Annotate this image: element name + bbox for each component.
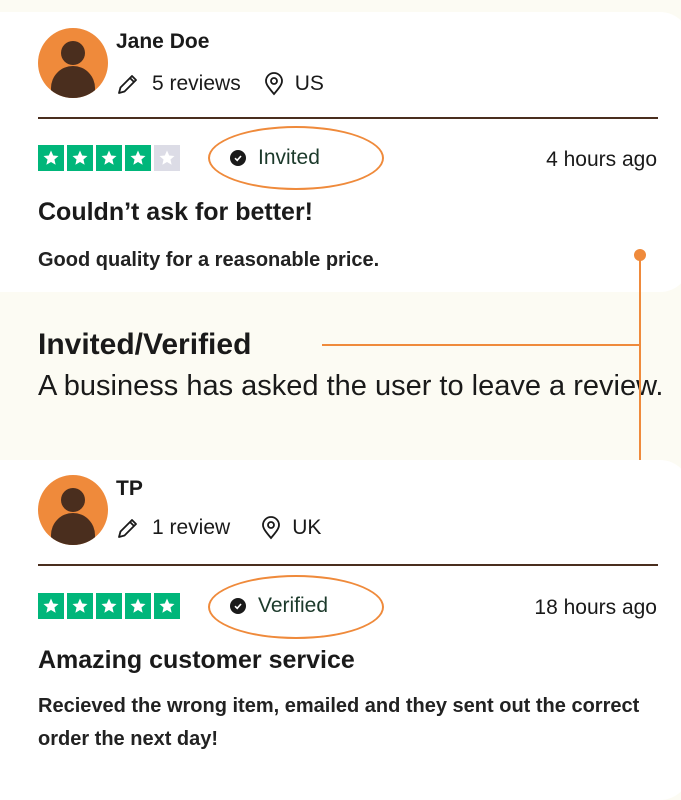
- reviewer-meta: 1 review UK: [116, 516, 321, 540]
- avatar-icon[interactable]: [38, 475, 108, 545]
- review-title[interactable]: Couldn’t ask for better!: [38, 198, 313, 227]
- star-icon: [38, 145, 64, 171]
- reviewer-meta: 5 reviews US: [116, 72, 324, 96]
- review-time: 18 hours ago: [534, 596, 657, 619]
- star-icon: [96, 593, 122, 619]
- review-count: 5 reviews: [152, 72, 241, 95]
- star-icon: [154, 145, 180, 171]
- divider: [38, 564, 658, 566]
- pencil-icon: [116, 72, 140, 96]
- callout-description: A business has asked the user to leave a…: [38, 370, 664, 402]
- badge-label: Invited: [258, 146, 320, 169]
- reviewer-name[interactable]: Jane Doe: [116, 30, 209, 54]
- callout-heading: Invited/Verified: [38, 328, 252, 361]
- review-time: 4 hours ago: [546, 148, 657, 171]
- callout-bracket: [639, 255, 641, 495]
- review-text: Good quality for a reasonable price.: [38, 249, 380, 271]
- reviewer-name[interactable]: TP: [116, 477, 143, 501]
- check-badge-icon: [230, 598, 246, 614]
- star-icon: [38, 593, 64, 619]
- star-icon: [67, 593, 93, 619]
- avatar-icon[interactable]: [38, 28, 108, 98]
- review-count: 1 review: [152, 516, 231, 539]
- star-rating: [38, 145, 180, 171]
- verified-badge[interactable]: Verified: [230, 594, 328, 618]
- star-icon: [125, 593, 151, 619]
- location-pin-icon: [260, 516, 282, 540]
- badge-label: Verified: [258, 594, 329, 617]
- country: UK: [292, 516, 322, 539]
- star-icon: [67, 145, 93, 171]
- star-icon: [96, 145, 122, 171]
- star-icon: [125, 145, 151, 171]
- location-pin-icon: [263, 72, 285, 96]
- check-badge-icon: [230, 150, 246, 166]
- callout-connector: [322, 344, 640, 346]
- star-icon: [154, 593, 180, 619]
- review-title[interactable]: Amazing customer service: [38, 646, 355, 675]
- bracket-dot-top: [634, 249, 646, 261]
- divider: [38, 117, 658, 119]
- star-rating: [38, 593, 180, 619]
- review-text: Recieved the wrong item, emailed and the…: [38, 695, 640, 750]
- pencil-icon: [116, 516, 140, 540]
- invited-badge[interactable]: Invited: [230, 146, 320, 170]
- country: US: [294, 72, 324, 95]
